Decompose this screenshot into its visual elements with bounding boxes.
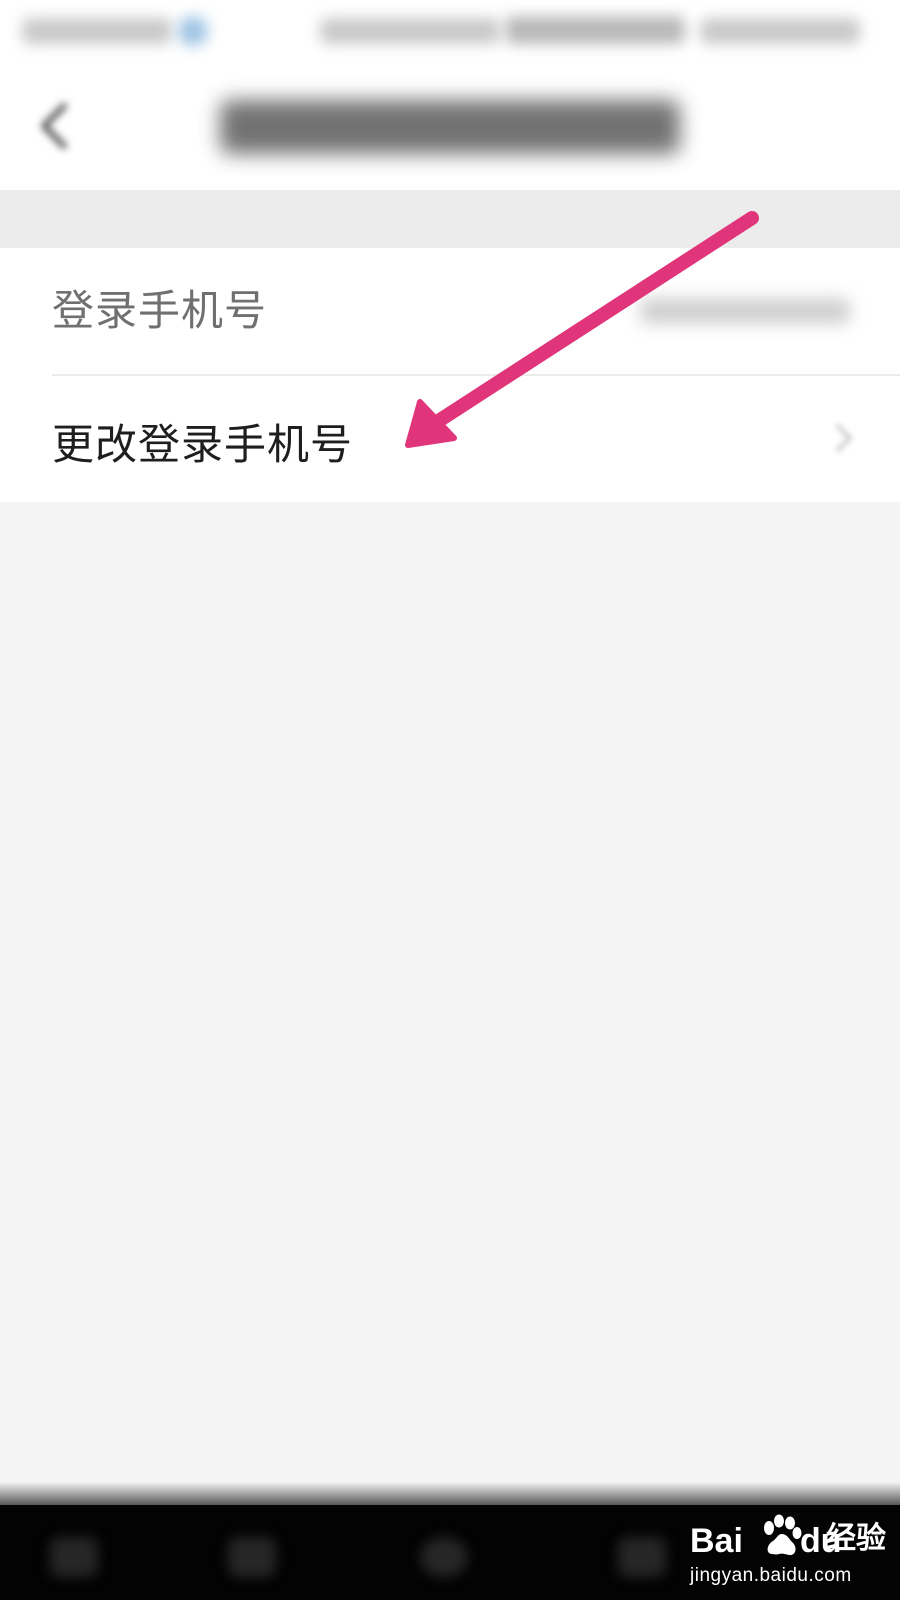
back-chevron-icon[interactable] [30,98,80,154]
status-icons-blur [320,18,500,44]
login-phone-row: 登录手机号 [0,248,900,376]
watermark-logo: Bai du 经验 [690,1510,890,1566]
home-key-icon[interactable] [228,1537,276,1577]
section-gap [0,190,900,248]
recent-key-icon[interactable] [618,1537,666,1577]
change-login-phone-row[interactable]: 更改登录手机号 [0,376,900,502]
watermark-url: jingyan.baidu.com [690,1565,852,1586]
navigation-bar [0,62,900,190]
baidu-jingyan-watermark: Bai du 经验 jingyan.baidu.com [690,1500,890,1600]
watermark-product: 经验 [826,1521,886,1556]
baidu-paw-icon [764,1514,802,1556]
signal-icons-blur [505,16,685,44]
status-dot-blur [178,16,208,46]
battery-time-blur [700,18,860,44]
status-bar [0,0,900,62]
login-phone-label: 登录手机号 [52,286,268,335]
page-title-blurred [220,100,680,154]
watermark-brand-left: Bai [690,1522,743,1560]
carrier-info-blur [22,18,172,44]
menu-key-icon[interactable] [50,1537,98,1577]
chevron-right-icon [832,422,856,454]
back-key-icon[interactable] [420,1537,468,1577]
phone-number-value-blurred [640,298,850,324]
change-login-phone-label: 更改登录手机号 [52,420,354,469]
settings-list: 登录手机号 更改登录手机号 [0,248,900,502]
